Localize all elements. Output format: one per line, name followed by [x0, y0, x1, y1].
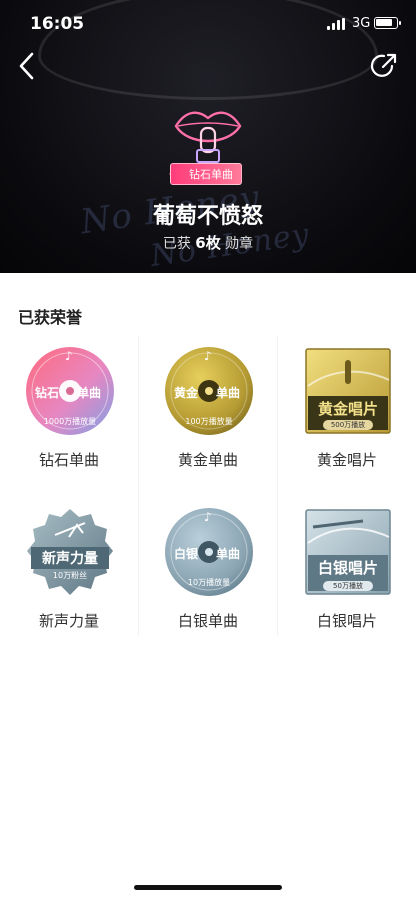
medal-caption: 1000万播放量 [43, 417, 97, 426]
medal-caption: 100万播放量 [185, 417, 233, 426]
badge-tag: 钻石单曲 [170, 163, 242, 185]
medal-left-text: 黄金 [174, 386, 199, 400]
medal-item-new-voice[interactable]: 新声力量 10万粉丝 新声力量 [0, 497, 138, 655]
medal-right-text: 单曲 [77, 386, 102, 400]
svg-text:♪: ♪ [204, 349, 212, 363]
medal-label: 黄金单曲 [177, 451, 238, 469]
earned-suffix: 勋章 [225, 236, 254, 252]
medal-hero: No Honey No Honey 16:05 3G ♪ 钻石单曲 葡萄不愤怒 … [0, 0, 416, 273]
medal-item-diamond-single[interactable]: ♪ 钻石 单曲 1000万播放量 钻石单曲 [0, 336, 138, 494]
signal-icon [327, 18, 345, 30]
medal-label: 新声力量 [38, 612, 99, 630]
battery-icon [374, 17, 401, 29]
medal-caption: 500万播放 [323, 420, 373, 430]
share-button[interactable] [368, 50, 400, 82]
medal-item-gold-record[interactable]: 黄金唱片 500万播放 黄金唱片 [278, 336, 416, 494]
network-type: 3G [352, 16, 371, 31]
back-button[interactable] [12, 48, 44, 84]
medal-caption: 50万播放 [323, 581, 373, 591]
medal-label: 白银单曲 [177, 612, 238, 630]
medal-left-text: 白银 [174, 547, 199, 561]
medal-label: 白银唱片 [316, 612, 377, 630]
chevron-left-icon [19, 52, 34, 80]
medal-title-text: 白银唱片 [317, 559, 378, 577]
medal-left-text: 钻石 [35, 386, 60, 400]
medal-item-gold-single[interactable]: ♪ 黄金 单曲 100万播放量 黄金单曲 [139, 336, 277, 494]
earned-summary: 已获 6枚 勋章 [0, 232, 416, 253]
section-title: 已获荣誉 [18, 308, 83, 327]
medal-title-text: 新声力量 [42, 551, 98, 567]
share-icon [370, 53, 397, 77]
medal-caption: 10万粉丝 [52, 571, 88, 580]
svg-text:♪: ♪ [204, 510, 212, 524]
svg-text:♪: ♪ [65, 349, 73, 363]
medal-label: 钻石单曲 [38, 451, 99, 469]
medal-item-silver-record[interactable]: 白银唱片 50万播放 白银唱片 [278, 497, 416, 655]
earned-count: 6枚 [195, 234, 221, 252]
earned-prefix: 已获 [162, 236, 191, 252]
medal-right-text: 单曲 [216, 386, 241, 400]
status-bar: 16:05 3G [0, 0, 416, 48]
lips-lipstick-icon [168, 100, 248, 170]
medal-title-text: 黄金唱片 [317, 400, 378, 418]
status-time: 16:05 [30, 14, 85, 34]
medal-caption: 10万播放量 [187, 578, 231, 587]
medal-item-silver-single[interactable]: ♪ 白银 单曲 10万播放量 白银单曲 [139, 497, 277, 655]
medal-label: 黄金唱片 [316, 451, 377, 469]
song-title: 葡萄不愤怒 [152, 204, 263, 229]
medal-right-text: 单曲 [216, 547, 241, 561]
home-indicator[interactable] [134, 885, 282, 890]
